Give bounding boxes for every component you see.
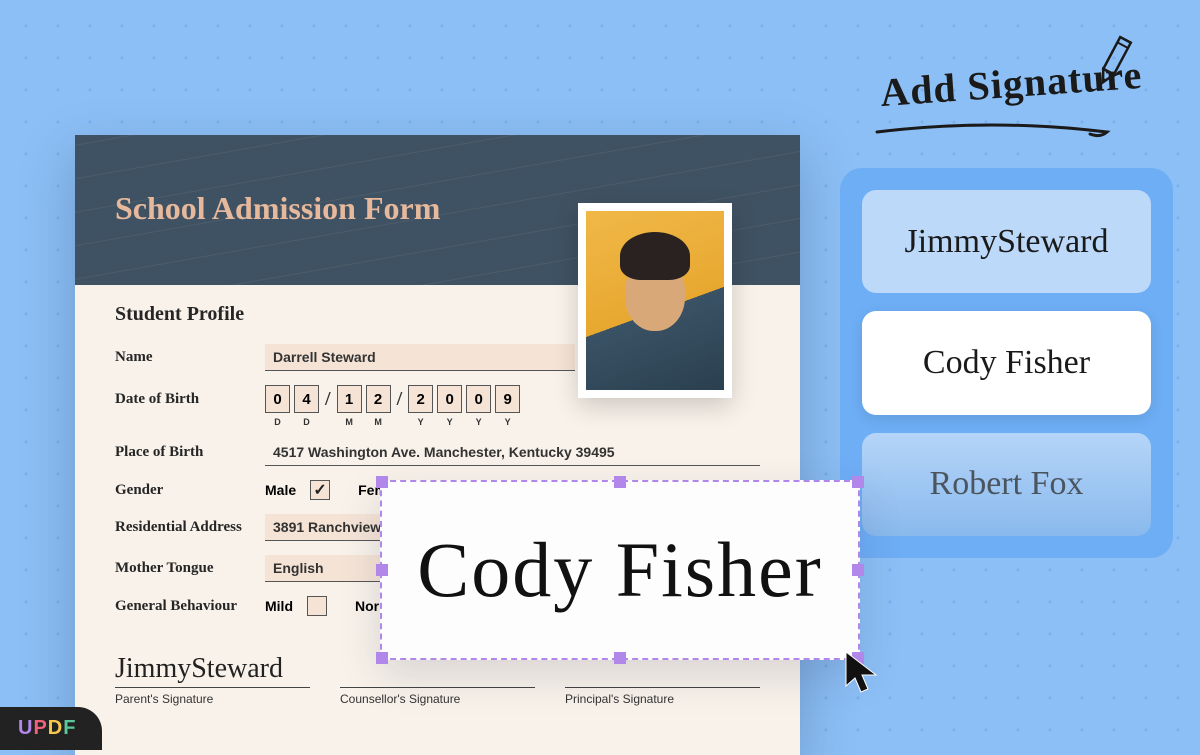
- address-label: Residential Address: [115, 519, 265, 536]
- principal-signature-label: Principal's Signature: [565, 692, 760, 706]
- resize-handle[interactable]: [614, 476, 626, 488]
- name-input[interactable]: Darrell Steward: [265, 344, 575, 371]
- dob-digit[interactable]: 4D: [294, 385, 319, 413]
- dob-boxes[interactable]: 0D 4D / 1M 2M / 2Y 0Y 0Y 9Y: [265, 385, 520, 413]
- dob-digit[interactable]: 0Y: [466, 385, 491, 413]
- counsellor-signature-label: Counsellor's Signature: [340, 692, 535, 706]
- parent-signature-value: JimmySteward: [115, 648, 310, 688]
- signature-preview-text: Cody Fisher: [417, 525, 823, 615]
- cursor-icon: [842, 648, 884, 696]
- behaviour-label: General Behaviour: [115, 598, 265, 615]
- date-separator: /: [395, 385, 405, 413]
- dob-digit[interactable]: 0D: [265, 385, 290, 413]
- resize-handle[interactable]: [376, 476, 388, 488]
- name-label: Name: [115, 349, 265, 366]
- signature-panel: JimmySteward Cody Fisher Robert Fox: [840, 168, 1173, 558]
- behaviour-mild-label: Mild: [265, 598, 293, 614]
- resize-handle[interactable]: [376, 652, 388, 664]
- dob-digit[interactable]: 1M: [337, 385, 362, 413]
- pob-input[interactable]: 4517 Washington Ave. Manchester, Kentuck…: [265, 439, 760, 466]
- field-pob: Place of Birth 4517 Washington Ave. Manc…: [115, 439, 760, 466]
- form-title: School Admission Form: [115, 190, 440, 227]
- resize-handle[interactable]: [376, 564, 388, 576]
- signature-drag-box[interactable]: Cody Fisher: [380, 480, 860, 660]
- parent-signature-slot[interactable]: JimmySteward Parent's Signature: [115, 648, 310, 706]
- signature-option-2[interactable]: Cody Fisher: [862, 311, 1151, 414]
- gender-label: Gender: [115, 482, 265, 499]
- resize-handle[interactable]: [852, 476, 864, 488]
- pob-label: Place of Birth: [115, 444, 265, 461]
- dob-digit[interactable]: 0Y: [437, 385, 462, 413]
- parent-signature-label: Parent's Signature: [115, 692, 310, 706]
- pencil-icon: [1095, 30, 1137, 95]
- underline-flourish: [872, 120, 1117, 145]
- student-photo-frame: [578, 203, 732, 398]
- dob-label: Date of Birth: [115, 391, 265, 408]
- behaviour-mild-checkbox[interactable]: [307, 596, 327, 616]
- signature-option-3[interactable]: Robert Fox: [862, 433, 1151, 536]
- resize-handle[interactable]: [614, 652, 626, 664]
- dob-digit[interactable]: 2Y: [408, 385, 433, 413]
- signature-option-1[interactable]: JimmySteward: [862, 190, 1151, 293]
- resize-handle[interactable]: [852, 564, 864, 576]
- updf-badge: UPDF: [0, 707, 102, 750]
- admission-form-document: School Admission Form Student Profile Na…: [75, 135, 800, 755]
- tongue-label: Mother Tongue: [115, 560, 265, 577]
- date-separator: /: [323, 385, 333, 413]
- student-photo: [586, 211, 724, 390]
- gender-male-checkbox[interactable]: ✓: [310, 480, 330, 500]
- dob-digit[interactable]: 9Y: [495, 385, 520, 413]
- dob-digit[interactable]: 2M: [366, 385, 391, 413]
- gender-male-label: Male: [265, 482, 296, 498]
